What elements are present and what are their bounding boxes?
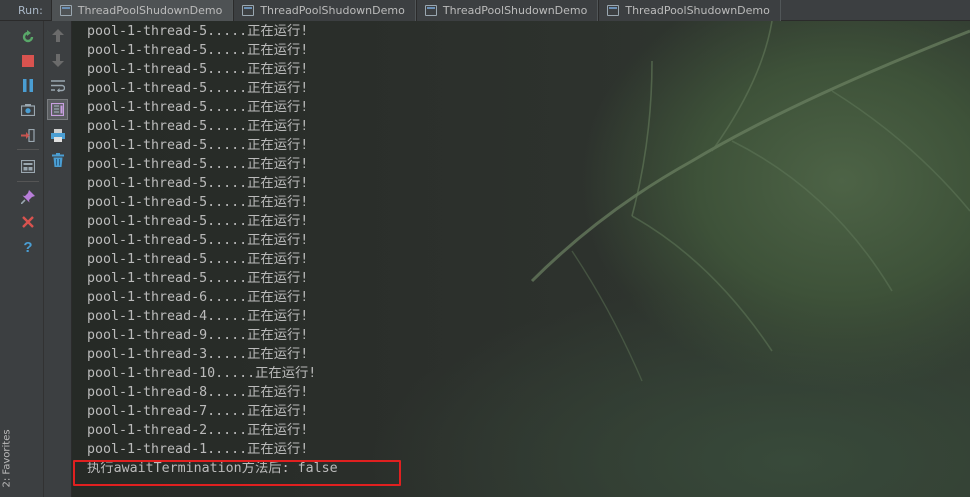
up-arrow-icon: [52, 28, 64, 42]
rerun-icon: [22, 30, 34, 43]
run-tab-3[interactable]: ThreadPoolShudownDemo: [415, 0, 599, 21]
scroll-to-end-icon: [51, 103, 64, 116]
stop-button[interactable]: [18, 51, 38, 71]
close-icon: [22, 216, 34, 228]
soft-wrap-icon: [51, 79, 65, 92]
stop-icon: [22, 55, 34, 67]
log-line: pool-1-thread-4.....正在运行!: [87, 309, 309, 324]
run-tab-label: ThreadPoolShudownDemo: [442, 3, 588, 17]
log-line: pool-1-thread-5.....正在运行!: [87, 100, 309, 115]
next-occurrence-button[interactable]: [48, 50, 68, 70]
run-toolbar-primary: ?: [13, 21, 44, 497]
pin-button[interactable]: [18, 187, 38, 207]
run-tab-4[interactable]: ThreadPoolShudownDemo: [598, 0, 781, 21]
log-line: pool-1-thread-9.....正在运行!: [87, 328, 309, 343]
log-line: pool-1-thread-5.....正在运行!: [87, 271, 309, 286]
help-button[interactable]: ?: [18, 237, 38, 257]
log-line: pool-1-thread-5.....正在运行!: [87, 119, 309, 134]
log-line: pool-1-thread-1.....正在运行!: [87, 442, 309, 457]
toolbar-divider: [17, 149, 39, 150]
log-line: pool-1-thread-5.....正在运行!: [87, 252, 309, 267]
favorites-strip: 2: Favorites ★: [0, 21, 14, 497]
log-line: pool-1-thread-5.....正在运行!: [87, 195, 309, 210]
log-line: pool-1-thread-6.....正在运行!: [87, 290, 309, 305]
scroll-to-end-button[interactable]: [47, 99, 68, 120]
previous-occurrence-button[interactable]: [48, 25, 68, 45]
exit-button[interactable]: [18, 125, 38, 145]
log-line: pool-1-thread-5.....正在运行!: [87, 62, 309, 77]
run-tab-bar: Run: ThreadPoolShudownDemo ThreadPoolShu…: [0, 0, 970, 21]
pause-button[interactable]: [18, 75, 38, 95]
run-tab-label: ThreadPoolShudownDemo: [260, 3, 405, 17]
log-line: pool-1-thread-2.....正在运行!: [87, 423, 309, 438]
log-line: pool-1-thread-5.....正在运行!: [87, 138, 309, 153]
log-line: pool-1-thread-5.....正在运行!: [87, 214, 309, 229]
log-line: pool-1-thread-5.....正在运行!: [87, 24, 309, 39]
toolbar-divider: [17, 181, 39, 182]
log-line: pool-1-thread-5.....正在运行!: [87, 43, 309, 58]
pause-icon: [23, 78, 33, 92]
run-config-icon: [242, 4, 255, 16]
leaf-background: [530, 21, 970, 382]
log-line: pool-1-thread-5.....正在运行!: [87, 233, 309, 248]
soft-wrap-button[interactable]: [48, 75, 68, 95]
dump-threads-button[interactable]: [18, 100, 38, 120]
restore-layout-icon: [21, 159, 35, 173]
help-icon: ?: [23, 238, 33, 256]
log-line: pool-1-thread-5.....正在运行!: [87, 81, 309, 96]
highlight-annotation-box: [73, 460, 401, 486]
clear-all-icon: [52, 153, 64, 167]
run-config-icon: [424, 4, 437, 16]
run-tool-window: Run: ThreadPoolShudownDemo ThreadPoolShu…: [0, 0, 970, 497]
down-arrow-icon: [52, 53, 64, 67]
rerun-button[interactable]: [18, 27, 38, 47]
print-button[interactable]: [48, 125, 68, 145]
print-icon: [51, 128, 65, 142]
run-tab-label: ThreadPoolShudownDemo: [77, 3, 223, 17]
log-line: pool-1-thread-10.....正在运行!: [87, 366, 317, 381]
run-tab-label: ThreadPoolShudownDemo: [625, 3, 770, 17]
restore-layout-button[interactable]: [18, 156, 38, 176]
run-toolbar-secondary: [44, 21, 72, 497]
log-line: pool-1-thread-5.....正在运行!: [87, 176, 309, 191]
log-line: pool-1-thread-8.....正在运行!: [87, 385, 309, 400]
log-line: pool-1-thread-5.....正在运行!: [87, 157, 309, 172]
run-tab-1[interactable]: ThreadPoolShudownDemo: [50, 0, 234, 21]
console-output[interactable]: pool-1-thread-5.....正在运行! pool-1-thread-…: [72, 21, 970, 497]
pin-icon: [21, 190, 35, 204]
log-lines: pool-1-thread-5.....正在运行! pool-1-thread-…: [87, 22, 316, 459]
log-line: pool-1-thread-7.....正在运行!: [87, 404, 309, 419]
dump-threads-icon: [21, 104, 35, 116]
run-tab-2[interactable]: ThreadPoolShudownDemo: [233, 0, 416, 21]
run-label: Run:: [18, 3, 43, 17]
log-line: pool-1-thread-3.....正在运行!: [87, 347, 309, 362]
run-config-icon: [607, 4, 620, 16]
clear-all-button[interactable]: [48, 150, 68, 170]
run-config-icon: [59, 4, 72, 16]
close-button[interactable]: [18, 212, 38, 232]
exit-icon: [21, 128, 35, 142]
